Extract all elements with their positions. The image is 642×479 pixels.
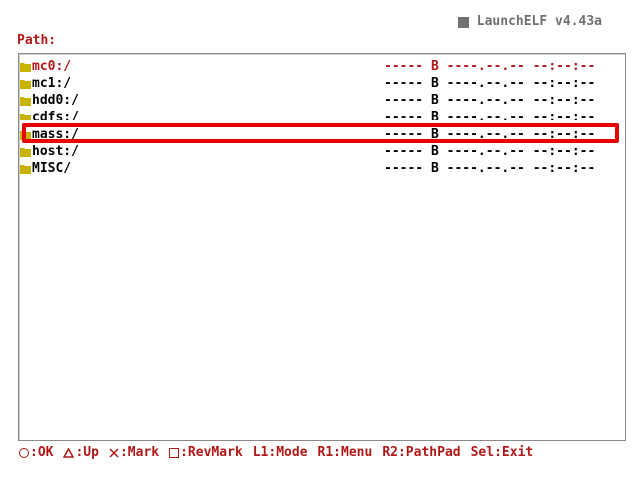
file-info: ----- B ----.--.-- --:--:-- <box>384 76 596 91</box>
folder-icon <box>20 148 31 157</box>
help-ok-label: :OK <box>30 445 54 460</box>
square-icon <box>457 16 469 28</box>
file-info: ----- B ----.--.-- --:--:-- <box>384 144 596 159</box>
file-row-host[interactable]: host:/ ----- B ----.--.-- --:--:-- <box>19 145 625 159</box>
help-ok: :OK <box>19 446 53 460</box>
help-up: :Up <box>63 445 99 460</box>
folder-icon <box>20 97 31 106</box>
app-title: LaunchELF v4.43a <box>476 14 602 29</box>
help-mode: L1:Mode <box>252 445 308 460</box>
help-revmark: :RevMark <box>169 446 243 460</box>
help-mark-label: :Mark <box>119 445 160 460</box>
help-menu: R1:Menu <box>317 445 373 460</box>
file-info: ----- B ----.--.-- --:--:-- <box>384 93 596 108</box>
folder-icon <box>20 131 31 140</box>
folder-icon <box>20 114 31 120</box>
folder-icon <box>20 165 31 174</box>
square-button-icon <box>169 448 180 458</box>
help-revmark-label: :RevMark <box>180 445 243 460</box>
help-mark: :Mark <box>109 446 159 460</box>
help-exit: Sel:Exit <box>470 445 534 460</box>
app-title-bar: LaunchELF v4.43a <box>457 14 602 29</box>
file-row-mc0[interactable]: mc0:/ ----- B ----.--.-- --:--:-- <box>19 60 625 74</box>
file-row-mass[interactable]: mass:/ ----- B ----.--.-- --:--:-- <box>19 128 625 142</box>
file-info: ----- B ----.--.-- --:--:-- <box>384 111 596 120</box>
file-name: mass:/ <box>32 127 79 142</box>
folder-icon <box>20 63 31 72</box>
circle-button-icon <box>19 448 29 458</box>
file-name: MISC/ <box>32 161 72 176</box>
folder-icon <box>20 80 31 89</box>
file-name: mc0:/ <box>32 59 72 74</box>
file-name: hdd0:/ <box>32 93 79 108</box>
triangle-button-icon <box>63 448 75 458</box>
file-info: ----- B ----.--.-- --:--:-- <box>384 59 596 74</box>
file-row-cdfs[interactable]: cdfs:/ ----- B ----.--.-- --:--:-- <box>19 111 625 120</box>
file-row-misc[interactable]: MISC/ ----- B ----.--.-- --:--:-- <box>19 162 625 176</box>
help-pathpad: R2:PathPad <box>382 445 461 460</box>
file-info: ----- B ----.--.-- --:--:-- <box>384 161 596 176</box>
file-info: ----- B ----.--.-- --:--:-- <box>384 127 596 142</box>
file-row-mc1[interactable]: mc1:/ ----- B ----.--.-- --:--:-- <box>19 77 625 91</box>
file-name: cdfs:/ <box>32 111 79 120</box>
button-help-bar: :OK :Up :Mark :RevMark L1:Mode R1:Menu R… <box>19 446 543 460</box>
file-name: host:/ <box>32 144 79 159</box>
file-list-panel: mc0:/ ----- B ----.--.-- --:--:-- mc1:/ … <box>18 53 626 441</box>
help-up-label: :Up <box>75 445 99 460</box>
cross-button-icon <box>109 448 119 458</box>
file-row-hdd0[interactable]: hdd0:/ ----- B ----.--.-- --:--:-- <box>19 94 625 108</box>
file-name: mc1:/ <box>32 76 72 91</box>
path-label: Path: <box>17 33 57 48</box>
